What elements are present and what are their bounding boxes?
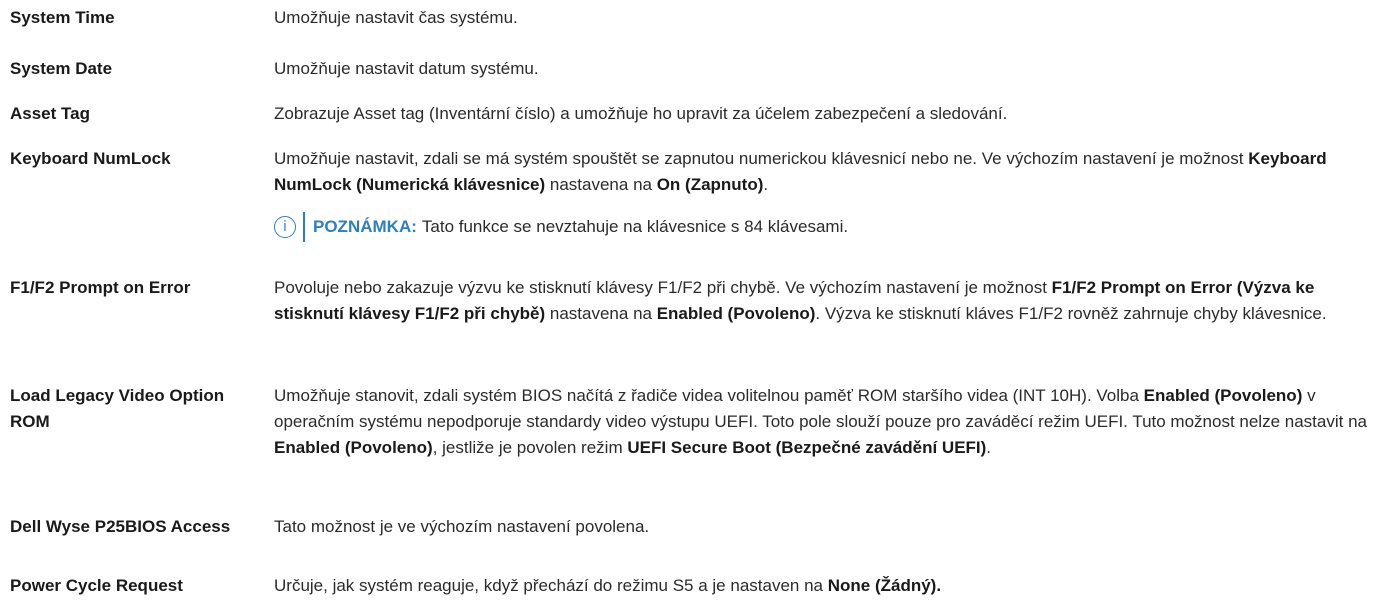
desc-bold: Enabled (Povoleno) xyxy=(1143,386,1303,405)
desc-text: Umožňuje stanovit, zdali systém BIOS nač… xyxy=(274,386,1144,405)
desc-bold: On (Zapnuto) xyxy=(656,175,764,194)
option-description: Zobrazuje Asset tag (Inventární číslo) a… xyxy=(274,104,1008,123)
option-term: Power Cycle Request xyxy=(10,576,183,595)
desc-text: . xyxy=(986,438,992,457)
option-term: Dell Wyse P25BIOS Access xyxy=(10,517,231,536)
desc-bold: Enabled (Povoleno) xyxy=(274,438,433,457)
option-term: System Date xyxy=(10,59,113,78)
desc-bold: Enabled (Povoleno) xyxy=(656,304,816,323)
option-term: Asset Tag xyxy=(10,104,90,123)
option-description: Povoluje nebo zakazuje výzvu ke stisknut… xyxy=(274,275,1374,327)
desc-text: nastavena na xyxy=(545,304,657,323)
desc-bold: None (Žádný). xyxy=(827,576,942,595)
desc-text: Určuje, jak systém reaguje, když přecház… xyxy=(274,576,828,595)
desc-text: . Výzva ke stisknutí kláves F1/F2 rovněž… xyxy=(815,304,1327,323)
option-term: F1/F2 Prompt on Error xyxy=(10,278,191,297)
desc-text: . xyxy=(763,175,769,194)
bios-options-table: System Time Umožňuje nastavit čas systém… xyxy=(0,0,1386,606)
option-description: Umožňuje nastavit, zdali se má systém sp… xyxy=(274,146,1374,198)
desc-bold: UEFI Secure Boot (Bezpečné zavádění UEFI… xyxy=(627,438,987,457)
option-term: Load Legacy Video Option ROM xyxy=(10,386,225,431)
desc-text: , jestliže je povolen režim xyxy=(432,438,628,457)
info-icon: i xyxy=(274,216,296,238)
note-divider xyxy=(303,212,305,242)
option-description: Určuje, jak systém reaguje, když přecház… xyxy=(274,573,1374,599)
note-keyboard-numlock: i POZNÁMKA: Tato funkce se nevztahuje na… xyxy=(274,212,848,242)
option-description: Umožňuje nastavit čas systému. xyxy=(274,8,518,27)
option-description: Umožňuje nastavit datum systému. xyxy=(274,59,539,78)
note-label: POZNÁMKA: xyxy=(313,217,417,236)
option-term: System Time xyxy=(10,8,115,27)
desc-text: Umožňuje nastavit, zdali se má systém sp… xyxy=(274,149,1249,168)
option-description: Tato možnost je ve výchozím nastavení po… xyxy=(274,517,650,536)
desc-text: Povoluje nebo zakazuje výzvu ke stisknut… xyxy=(274,278,1052,297)
note-text: Tato funkce se nevztahuje na klávesnice … xyxy=(421,217,849,236)
option-term: Keyboard NumLock xyxy=(10,149,171,168)
desc-text: nastavena na xyxy=(545,175,657,194)
option-description: Umožňuje stanovit, zdali systém BIOS nač… xyxy=(274,383,1374,461)
